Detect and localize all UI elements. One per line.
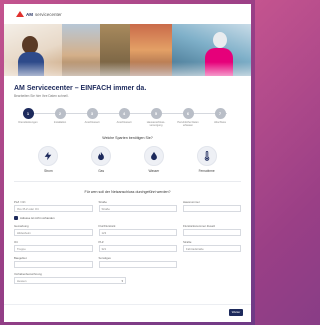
step-label: Installation xyxy=(53,121,67,124)
service-label: Strom xyxy=(44,169,53,173)
logo-text: AM xyxy=(26,11,33,17)
page-subtitle: Bearbeiten Sie hier Ihre Daten schnell. xyxy=(14,94,69,98)
step-label: Dienstleistungen xyxy=(18,121,38,124)
flur-input[interactable]: 123 xyxy=(98,229,177,236)
step-label: Persönliche Daten erfassen xyxy=(177,121,199,127)
bolt-icon xyxy=(45,151,52,161)
step-dot: 3 xyxy=(86,108,98,119)
vorhaben-label: Vorhabenbezeichnung xyxy=(14,272,42,276)
step-label: Anschlussart xyxy=(116,121,132,124)
step-dot: 6 xyxy=(182,108,194,119)
request-section-title: Für wen soll der Netzanschluss durchgefü… xyxy=(84,190,171,194)
step-7[interactable]: 7 Abschluss xyxy=(206,108,234,124)
flurstueck-input[interactable] xyxy=(183,229,241,236)
ort-input[interactable]: Treppe xyxy=(14,245,93,252)
flame-icon xyxy=(98,151,105,161)
next-button[interactable]: Weiter xyxy=(229,309,243,316)
hero-banner xyxy=(4,24,251,76)
logo[interactable]: AM servicecenter xyxy=(16,11,62,17)
plz2-input[interactable]: 321 xyxy=(98,245,177,252)
step-3[interactable]: 3 Anschlussart xyxy=(78,108,106,124)
step-5[interactable]: 5 Hausanschluss- versorgung xyxy=(142,108,170,127)
step-4[interactable]: 4 Anschlussart xyxy=(110,108,138,124)
step-6[interactable]: 6 Persönliche Daten erfassen xyxy=(174,108,202,127)
checkbox-label: Adresse ist nicht vorhanden xyxy=(20,216,55,220)
service-label: Wasser xyxy=(148,169,160,173)
step-2[interactable]: 2 Installation xyxy=(46,108,74,124)
hausnummer-input[interactable] xyxy=(183,205,241,212)
thermometer-icon xyxy=(204,151,209,161)
baugebiet-label: Baugebiet xyxy=(14,256,27,260)
sonstiges-label: Sonstiges xyxy=(98,256,111,260)
gemarkung-input[interactable]: Hildesheim xyxy=(14,229,93,236)
step-dot: 4 xyxy=(118,108,130,119)
ort-label: Ort xyxy=(14,240,18,244)
step-dot: 1 xyxy=(22,108,34,119)
flurstueck-label: Flurstücksnummer Zusatz xyxy=(183,224,216,228)
strasse-input[interactable]: Straße xyxy=(98,205,177,212)
services-list: Strom Gas Wasser Fernwärme xyxy=(14,140,241,173)
plz2-label: PLZ xyxy=(98,240,104,244)
service-wasser[interactable]: Wasser xyxy=(136,146,172,173)
service-strom[interactable]: Strom xyxy=(30,146,66,173)
vorhaben-select[interactable]: Hessen ▾ xyxy=(14,277,126,284)
vorhaben-selected-value: Hessen xyxy=(17,278,27,283)
step-label: Anschlussart xyxy=(84,121,100,124)
top-bar: AM servicecenter xyxy=(4,4,251,24)
plz-input[interactable]: Ihre PLZ oder Ort xyxy=(14,205,93,212)
progress-steps: 1 Dienstleistungen 2 Installation 3 Ansc… xyxy=(14,108,241,132)
service-gas[interactable]: Gas xyxy=(83,146,119,173)
logo-subtext: servicecenter xyxy=(35,11,62,17)
step-label: Abschluss xyxy=(214,121,226,124)
strasse2-input[interactable]: Fahrradstraße xyxy=(183,245,241,252)
service-label: Fernwärme xyxy=(198,169,215,173)
service-fernwaerme[interactable]: Fernwärme xyxy=(189,146,225,173)
baugebiet-input[interactable] xyxy=(14,261,93,268)
plz-label: PLZ / Ort xyxy=(14,200,26,204)
step-dot: 5 xyxy=(150,108,162,119)
chevron-down-icon: ▾ xyxy=(121,278,123,283)
no-address-checkbox-row[interactable]: Adresse ist nicht vorhanden xyxy=(14,216,241,220)
form-card: AM servicecenter AM Servicecenter – EINF… xyxy=(4,4,251,322)
flur-label: Flur/Flurstück xyxy=(98,224,116,228)
strasse-label: Straße xyxy=(98,200,107,204)
gemarkung-label: Gemarkung xyxy=(14,224,29,228)
step-dot: 7 xyxy=(214,108,226,119)
page-title: AM Servicecenter – EINFACH immer da. xyxy=(14,85,147,92)
sonstiges-input[interactable] xyxy=(98,261,177,268)
logo-mark-icon xyxy=(16,11,24,17)
strasse2-label: Straße xyxy=(183,240,192,244)
address-form: PLZ / Ort Ihre PLZ oder Ort Straße Straß… xyxy=(14,200,241,284)
form-footer: Weiter xyxy=(4,304,251,322)
hausnummer-label: Hausnummer xyxy=(183,200,200,204)
step-label: Hausanschluss- versorgung xyxy=(146,121,166,127)
step-dot: 2 xyxy=(54,108,66,119)
section-divider xyxy=(14,181,241,182)
checkbox-checked-icon[interactable] xyxy=(14,216,18,220)
service-label: Gas xyxy=(98,169,105,173)
drop-icon xyxy=(150,151,157,161)
step-1[interactable]: 1 Dienstleistungen xyxy=(14,108,42,124)
